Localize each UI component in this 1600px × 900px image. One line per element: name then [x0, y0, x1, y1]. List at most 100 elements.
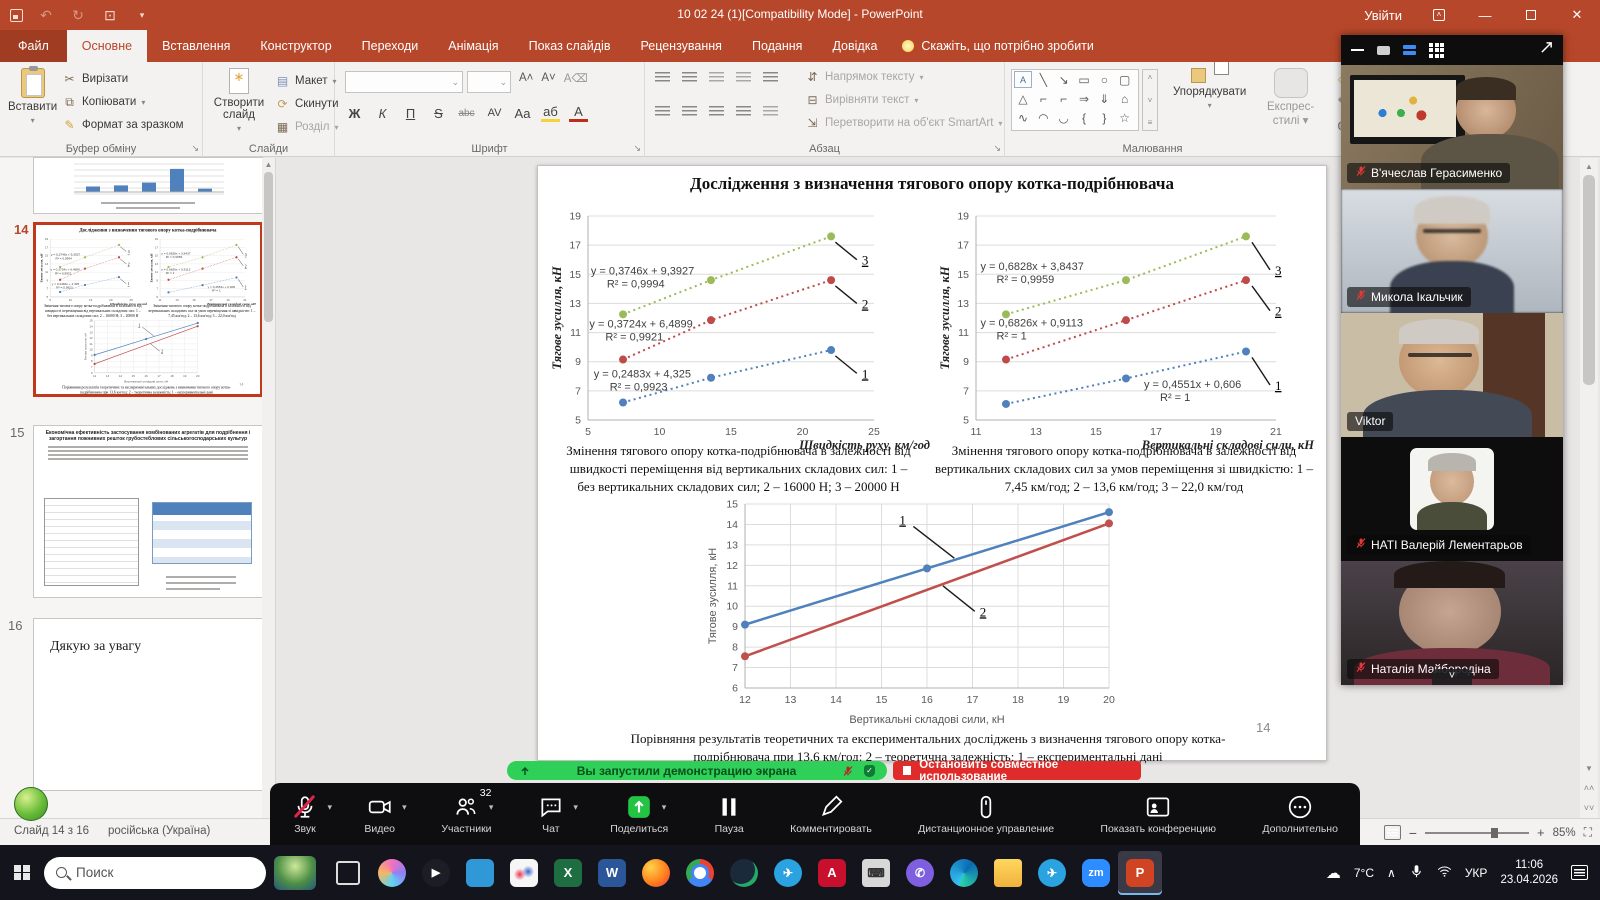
zoom-level[interactable]: 85% [1553, 827, 1576, 839]
zoom-in-icon[interactable]: + [1537, 825, 1545, 840]
thumbnail-panel-scrollbar[interactable]: ▲ [262, 158, 275, 818]
taskbar-app-edge[interactable] [942, 851, 986, 895]
flag-shape-icon[interactable]: ⌂ [1116, 90, 1134, 107]
zoom-toolbar-share-button[interactable]: ▾Поделиться [610, 794, 668, 835]
taskbar-app-chrome[interactable] [678, 851, 722, 895]
font-size-dropdown[interactable]: ⌄ [467, 71, 511, 93]
zoom-toolbar-more-button[interactable]: Дополнительно [1262, 794, 1338, 835]
curve-shape-icon[interactable]: ◡ [1055, 110, 1073, 127]
new-slide-button[interactable]: ∗ Створити слайд▾ [213, 68, 265, 133]
annotation-tool-bubble[interactable] [14, 787, 48, 821]
chevron-down-icon[interactable]: ▾ [573, 802, 578, 813]
zoom-out-icon[interactable]: − [1409, 825, 1417, 841]
taskbar-app-powerpoint[interactable]: P [1118, 851, 1162, 895]
block-arrow-shape-icon[interactable]: ⇒ [1075, 90, 1093, 107]
decrease-indent-icon[interactable] [709, 72, 724, 83]
restore-button[interactable] [1508, 0, 1554, 30]
numbering-icon[interactable] [682, 72, 697, 83]
minimize-button[interactable]: — [1462, 0, 1508, 30]
participant-video-2[interactable]: Микола Ікальчик [1341, 189, 1563, 313]
quick-styles-button[interactable]: Експрес-стилі ▾ [1267, 68, 1314, 127]
zoom-toolbar-chat-button[interactable]: ▾Чат [538, 794, 564, 835]
font-name-dropdown[interactable]: ⌄ [345, 71, 463, 93]
zoom-toolbar-remote-button[interactable]: Дистанционное управление [918, 794, 1054, 835]
bold-button[interactable]: Ж [345, 106, 364, 121]
participant-video-1[interactable]: В'ячеслав Герасименко [1341, 65, 1563, 189]
down-arrow-shape-icon[interactable]: ⇓ [1095, 90, 1113, 107]
clear-format-icon[interactable]: А⌫ [564, 71, 588, 85]
arrow-shape-icon[interactable]: ↘ [1055, 71, 1073, 88]
tab-файл[interactable]: Файл [0, 30, 67, 62]
shrink-font-icon[interactable]: А˅ [541, 72, 555, 84]
shapes-gallery-scroll[interactable]: ˄˅≡ [1142, 69, 1158, 131]
scrollbar-thumb[interactable] [1583, 175, 1595, 385]
line-spacing-icon[interactable] [763, 72, 778, 83]
chevron-down-icon[interactable]: ▾ [489, 802, 494, 813]
slide-15-thumbnail[interactable]: Економічна ефективність застосування ком… [33, 425, 263, 598]
tab-подання[interactable]: Подання [737, 30, 817, 62]
font-dialog-launcher[interactable]: ↘ [633, 143, 641, 154]
vertical-scrollbar[interactable]: ▲ ▼ ˄˄ ˅˅ [1580, 158, 1598, 818]
rounded-rect-shape-icon[interactable]: ▢ [1116, 71, 1134, 88]
highlight-button[interactable]: аб [541, 104, 560, 122]
tray-temperature[interactable]: 7°C [1354, 866, 1374, 880]
cloud-weather-icon[interactable]: ☁ [1326, 864, 1341, 882]
taskbar-app-media-player[interactable]: ▶ [414, 851, 458, 895]
text-direction-button[interactable]: ⇵Напрямок тексту▾ [805, 70, 924, 84]
notification-center-icon[interactable] [1571, 865, 1588, 880]
taskbar-app-xbox[interactable] [722, 851, 766, 895]
triangle-shape-icon[interactable]: △ [1014, 90, 1032, 107]
previous-slide-button[interactable]: ˄˄ [1584, 778, 1595, 798]
cut-button[interactable]: ✂Вирізати [62, 72, 128, 86]
line-shape-icon[interactable]: ╲ [1034, 71, 1052, 88]
chevron-down-icon[interactable]: ▾ [662, 802, 667, 813]
right-brace-shape-icon[interactable]: } [1095, 110, 1113, 127]
tab-вставлення[interactable]: Вставлення [147, 30, 245, 62]
paste-button[interactable]: Вставити▾ [8, 68, 57, 125]
tab-довідка[interactable]: Довідка [817, 30, 892, 62]
grow-font-icon[interactable]: А˄ [519, 72, 533, 84]
tell-me-box[interactable]: Скажіть, що потрібно зробити [902, 30, 1094, 62]
scroll-down-icon[interactable]: ▼ [1585, 759, 1593, 778]
format-painter-button[interactable]: ✎Формат за зразком [62, 118, 184, 132]
grid-view-icon[interactable] [1429, 43, 1444, 58]
taskbar-app-acrobat[interactable]: A [810, 851, 854, 895]
bullets-icon[interactable] [655, 72, 670, 83]
scribble-shape-icon[interactable]: ∿ [1014, 110, 1032, 127]
tab-конструктор[interactable]: Конструктор [245, 30, 346, 62]
copy-button[interactable]: ⧉Копіювати▾ [62, 95, 145, 109]
arc-shape-icon[interactable]: ◠ [1034, 110, 1052, 127]
chevron-down-icon[interactable]: ▾ [402, 802, 407, 813]
stop-share-button[interactable]: Остановить совместное использование [893, 761, 1141, 780]
left-brace-shape-icon[interactable]: { [1075, 110, 1093, 127]
taskbar-app-excel[interactable]: X [546, 851, 590, 895]
strikethrough-button[interactable]: S [429, 106, 448, 121]
zoom-toolbar-pause-button[interactable]: Пауза [715, 794, 744, 835]
layout-button[interactable]: ▤Макет▾ [275, 74, 337, 88]
collapse-videos-chevron[interactable]: ˅ [1432, 669, 1472, 685]
taskbar-app-word[interactable]: W [590, 851, 634, 895]
textbox-shape-icon[interactable]: A [1014, 71, 1032, 88]
close-button[interactable]: ✕ [1554, 0, 1600, 30]
taskbar-app-keyboard[interactable]: ⌨ [854, 851, 898, 895]
tab-рецензування[interactable]: Рецензування [625, 30, 736, 62]
taskbar-app-copilot[interactable] [370, 851, 414, 895]
tab-показ слайдів[interactable]: Показ слайдів [514, 30, 626, 62]
section-button[interactable]: ▦Розділ▾ [275, 120, 338, 134]
zoom-toolbar-pen-button[interactable]: Комментировать [790, 794, 872, 835]
search-input[interactable]: Поиск [44, 857, 266, 889]
tab-анімація[interactable]: Анімація [433, 30, 513, 62]
zoom-toolbar-mic-button[interactable]: ▾Звук [292, 794, 318, 835]
chevron-down-icon[interactable]: ▾ [327, 802, 332, 813]
taskbar-app-explorer[interactable] [986, 851, 1030, 895]
wifi-icon[interactable] [1437, 864, 1452, 882]
taskbar-app-task-view[interactable] [326, 851, 370, 895]
next-slide-button[interactable]: ˅˅ [1584, 798, 1595, 818]
slide-13-thumbnail[interactable] [33, 157, 263, 214]
zoom-toolbar-ppl-button[interactable]: 32▾Участники [441, 794, 491, 835]
speaker-view-icon[interactable] [1377, 46, 1390, 55]
slide-canvas[interactable]: Дослідження з визначення тягового опору … [537, 165, 1327, 761]
notes-icon[interactable] [1384, 825, 1401, 840]
sign-in-button[interactable]: Увійти [1350, 0, 1416, 30]
zoom-toolbar-conf-button[interactable]: Показать конференцию [1100, 794, 1216, 835]
